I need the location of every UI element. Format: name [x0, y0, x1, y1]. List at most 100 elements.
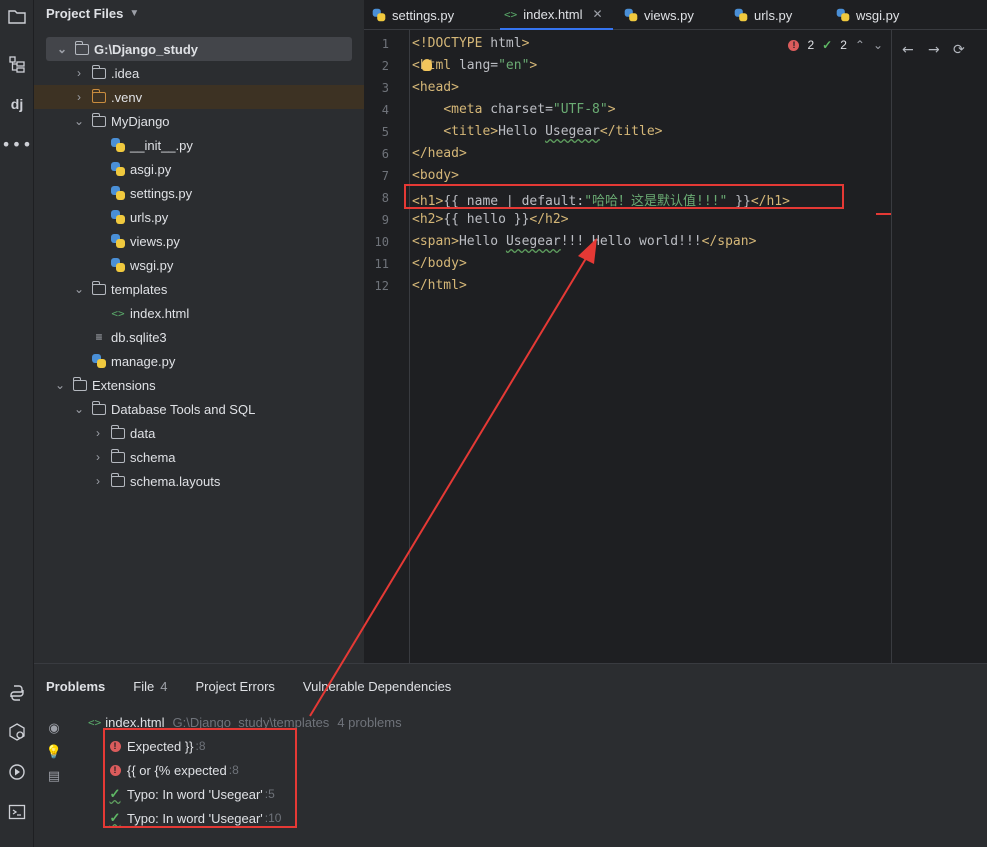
tree-item[interactable]: › .venv: [34, 85, 364, 109]
preview-panel: ← → ⟳: [891, 30, 987, 663]
folder-icon: [110, 472, 125, 487]
tab-label: wsgi.py: [856, 7, 900, 23]
collapsed-chevron-icon[interactable]: ›: [92, 426, 104, 440]
code-line[interactable]: <body>: [412, 168, 459, 183]
tree-item-label: schema: [130, 449, 176, 465]
tree-item[interactable]: ⌄ Extensions: [34, 373, 364, 397]
line-number: 3: [381, 81, 389, 95]
python-file-icon: [111, 138, 125, 152]
back-arrow-icon[interactable]: ←: [902, 42, 914, 58]
tree-item-label: MyDjango: [111, 113, 170, 129]
document-icon[interactable]: ▤: [44, 764, 64, 788]
line-number: 4: [381, 103, 389, 117]
error-stripe-mark: [876, 213, 891, 215]
tree-item[interactable]: <> index.html: [34, 301, 364, 325]
python-file-icon: [624, 8, 638, 22]
forward-arrow-icon[interactable]: →: [928, 42, 940, 58]
tree-item[interactable]: ≡ db.sqlite3: [34, 325, 364, 349]
problems-tab-label: Project Errors: [195, 678, 275, 694]
code-line[interactable]: </body>: [412, 256, 467, 271]
next-highlight-icon[interactable]: ⌄: [873, 38, 883, 52]
python-packages-icon[interactable]: [5, 720, 29, 744]
tree-item[interactable]: ⌄ MyDjango: [34, 109, 364, 133]
collapsed-chevron-icon[interactable]: ›: [92, 474, 104, 488]
inspection-widget[interactable]: ! 2 ✓ 2 ⌃ ⌄: [788, 38, 883, 52]
error-count: 2: [807, 38, 815, 52]
code-line[interactable]: <!DOCTYPE html>: [412, 36, 529, 51]
problems-file-summary: 4 problems: [337, 714, 402, 730]
python-file-icon: [111, 234, 125, 248]
folder-icon[interactable]: [5, 4, 29, 28]
code-line[interactable]: <h2>{{ hello }}</h2>: [412, 212, 569, 227]
line-number: 1: [381, 37, 389, 51]
expanded-chevron-icon[interactable]: ⌄: [73, 402, 85, 416]
tree-item[interactable]: › data: [34, 421, 364, 445]
code-line[interactable]: <title>Hello Usegear</title>: [412, 124, 662, 139]
services-icon[interactable]: [5, 760, 29, 784]
collapsed-chevron-icon[interactable]: ›: [92, 450, 104, 464]
tree-item[interactable]: __init__.py: [34, 133, 364, 157]
tree-item[interactable]: ⌄ G:\Django_study: [46, 37, 352, 61]
tab-urls-py[interactable]: urls.py: [734, 0, 792, 30]
code-line[interactable]: </html>: [412, 278, 467, 293]
close-icon[interactable]: ✕: [593, 7, 603, 21]
expanded-chevron-icon[interactable]: ⌄: [73, 114, 85, 128]
line-number: 2: [381, 59, 389, 73]
tree-item[interactable]: › schema: [34, 445, 364, 469]
tree-item[interactable]: manage.py: [34, 349, 364, 373]
django-icon[interactable]: dj: [5, 92, 29, 116]
tree-item[interactable]: › .idea: [34, 61, 364, 85]
tree-item[interactable]: asgi.py: [34, 157, 364, 181]
tab-label: urls.py: [754, 7, 793, 23]
collapsed-chevron-icon[interactable]: ›: [73, 66, 85, 80]
code-line[interactable]: </head>: [412, 146, 467, 161]
tree-item[interactable]: settings.py: [34, 181, 364, 205]
tree-item-label: data: [130, 425, 156, 441]
intention-bulb-icon[interactable]: [422, 59, 432, 71]
structure-icon[interactable]: [5, 52, 29, 76]
project-panel: Project Files ▼ ⌄ G:\Django_study › .idea ›.…: [34, 0, 364, 663]
tab-wsgi-py[interactable]: wsgi.py: [836, 0, 899, 30]
problems-tab[interactable]: Vulnerable Dependencies: [303, 679, 451, 694]
html-file-icon: <>: [88, 715, 102, 729]
code-line[interactable]: <head>: [412, 80, 459, 95]
tab-views-py[interactable]: views.py: [624, 0, 694, 30]
line-number: 12: [374, 279, 389, 293]
terminal-icon[interactable]: [5, 800, 29, 824]
chevron-down-icon[interactable]: ▼: [129, 8, 139, 19]
tree-item[interactable]: › schema.layouts: [34, 469, 364, 493]
html-file-icon: <>: [111, 306, 125, 320]
problems-tab[interactable]: File 4: [133, 679, 167, 694]
collapsed-chevron-icon[interactable]: ›: [73, 90, 85, 104]
tree-item[interactable]: wsgi.py: [34, 253, 364, 277]
more-icon[interactable]: •••: [1, 132, 31, 156]
tab-label: index.html: [523, 6, 583, 22]
previous-highlight-icon[interactable]: ⌃: [855, 38, 865, 52]
bulb-icon[interactable]: 💡: [44, 740, 64, 764]
folder-icon: [91, 64, 106, 79]
expanded-chevron-icon[interactable]: ⌄: [73, 282, 85, 296]
tree-item[interactable]: ⌄ Database Tools and SQL: [34, 397, 364, 421]
package-icon: [91, 112, 106, 127]
tab-settings-py[interactable]: settings.py: [372, 0, 454, 30]
project-tree: ⌄ G:\Django_study › .idea › .venv ⌄ MyDjango __i…: [34, 37, 364, 493]
code-line[interactable]: <span>Hello Usegear!!! Hello world!!!</s…: [412, 234, 756, 249]
eye-icon[interactable]: ◉: [44, 716, 64, 740]
python-file-icon: [111, 258, 125, 272]
tree-item[interactable]: views.py: [34, 229, 364, 253]
refresh-icon[interactable]: ⟳: [953, 42, 965, 58]
expanded-chevron-icon[interactable]: ⌄: [54, 378, 66, 392]
project-panel-header[interactable]: Project Files ▼: [34, 0, 364, 26]
python-console-icon[interactable]: [5, 681, 29, 705]
annotation-box-line-8: [404, 184, 844, 209]
code-line[interactable]: <meta charset="UTF-8">: [412, 102, 615, 117]
code-editor[interactable]: 123456789101112 <!DOCTYPE html><html lan…: [364, 30, 891, 663]
line-number: 11: [374, 257, 389, 271]
tab-index-html[interactable]: <> index.html ✕: [500, 0, 613, 30]
expanded-chevron-icon[interactable]: ⌄: [56, 42, 68, 56]
tree-item[interactable]: urls.py: [34, 205, 364, 229]
problems-tab[interactable]: Project Errors: [195, 679, 274, 694]
line-number: 6: [381, 147, 389, 161]
python-file-icon: [111, 186, 125, 200]
tree-item[interactable]: ⌄ templates: [34, 277, 364, 301]
